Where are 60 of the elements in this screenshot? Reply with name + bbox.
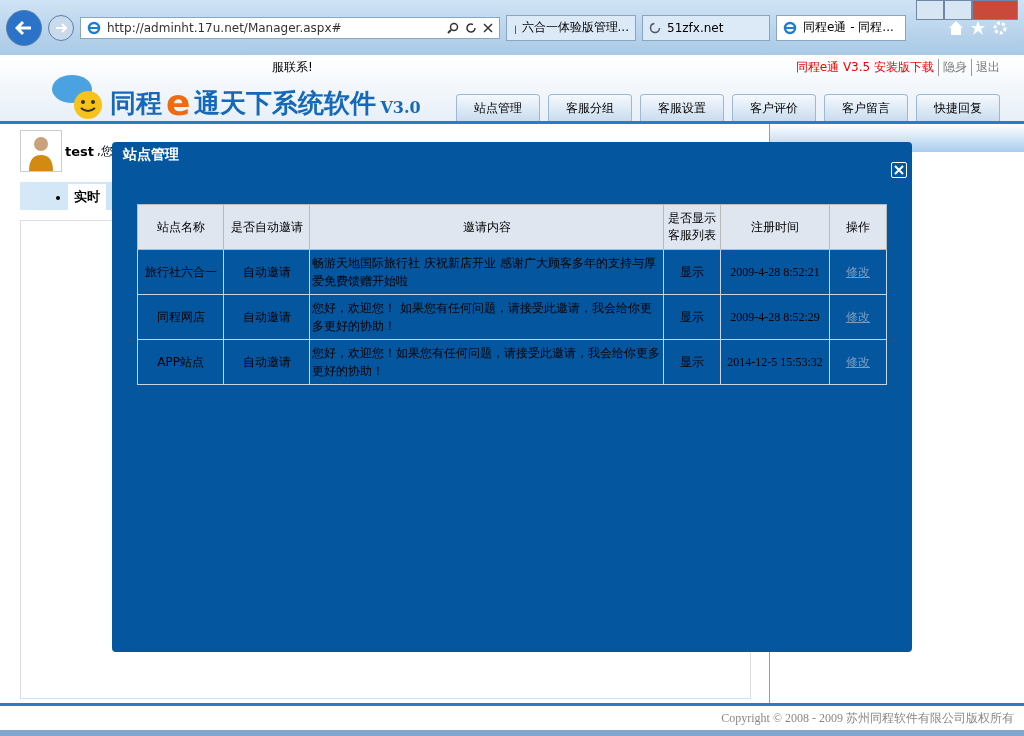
browser-tab[interactable]: 同程e通 - 同程... bbox=[776, 14, 906, 41]
column-header: 操作 bbox=[829, 204, 887, 250]
table-cell: 显示 bbox=[663, 339, 721, 385]
browser-tab[interactable]: 51zfx.net bbox=[642, 14, 770, 41]
nav-tab[interactable]: 客户留言 bbox=[824, 94, 908, 121]
table-cell: 您好，欢迎您！ 如果您有任何问题，请接受此邀请，我会给你更多更好的协助！ bbox=[309, 294, 664, 340]
header-link[interactable]: 退出 bbox=[971, 59, 1000, 76]
table-cell: 旅行社六合一 bbox=[137, 249, 224, 295]
home-icon[interactable] bbox=[948, 19, 964, 36]
logo-letter: e bbox=[166, 85, 191, 121]
table-cell: 显示 bbox=[663, 294, 721, 340]
nav-tab[interactable]: 快捷回复 bbox=[916, 94, 1000, 121]
table-cell: 您好，欢迎您！如果您有任何问题，请接受此邀请，我会给你更多更好的协助！ bbox=[309, 339, 664, 385]
forward-button[interactable] bbox=[48, 14, 74, 41]
logo-text: 同程 bbox=[110, 87, 162, 120]
modal-title: 站点管理 bbox=[123, 146, 180, 164]
search-icon[interactable] bbox=[447, 21, 459, 34]
download-link[interactable]: 同程e通 V3.5 安装版下载 bbox=[795, 59, 934, 76]
column-header: 是否显示客服列表 bbox=[663, 204, 721, 250]
maximize-button[interactable] bbox=[944, 0, 972, 20]
avatar bbox=[20, 130, 62, 172]
minimize-button[interactable] bbox=[916, 0, 944, 20]
star-icon[interactable] bbox=[970, 19, 986, 36]
address-bar[interactable]: http://adminht.17u.net/Manager.aspx# bbox=[80, 16, 500, 39]
browser-logo-icon bbox=[783, 20, 797, 35]
settings-icon[interactable] bbox=[992, 19, 1008, 36]
table-cell: 显示 bbox=[663, 249, 721, 295]
nav-tab[interactable]: 客服设置 bbox=[640, 94, 724, 121]
back-button[interactable] bbox=[6, 9, 42, 46]
table-cell: 2014-12-5 15:53:32 bbox=[720, 339, 830, 385]
header-link[interactable]: 隐身 bbox=[938, 59, 967, 76]
column-header: 站点名称 bbox=[137, 204, 224, 250]
nav-tab[interactable]: 客服分组 bbox=[548, 94, 632, 121]
table-cell: 自动邀请 bbox=[223, 249, 310, 295]
bullet-icon bbox=[56, 196, 60, 200]
nav-tab[interactable]: 客户评价 bbox=[732, 94, 816, 121]
column-header: 注册时间 bbox=[720, 204, 830, 250]
notice-text: 服联系! bbox=[272, 59, 313, 76]
browser-tab[interactable]: 六合一体验版管理... bbox=[506, 14, 636, 41]
back-arrow-icon bbox=[15, 19, 33, 36]
logo-text: 通天下系统软件 bbox=[194, 87, 377, 120]
table-cell: 同程网店 bbox=[137, 294, 224, 340]
table-cell: APP站点 bbox=[137, 339, 224, 385]
loading-icon bbox=[649, 21, 661, 34]
user-name: test bbox=[65, 143, 94, 159]
table-cell: 自动邀请 bbox=[223, 294, 310, 340]
table-cell: 畅游天地国际旅行社 庆祝新店开业 感谢广大顾客多年的支持与厚爱免费馈赠开始啦 bbox=[309, 249, 664, 295]
content-tab[interactable]: 实时 bbox=[68, 184, 106, 210]
forward-arrow-icon bbox=[55, 22, 67, 33]
table-cell: 自动邀请 bbox=[223, 339, 310, 385]
greeting-text: ,您 bbox=[97, 142, 113, 160]
version-text: V3.0 bbox=[380, 98, 421, 119]
table-cell: 2009-4-28 8:52:29 bbox=[720, 294, 830, 340]
nav-tab[interactable]: 站点管理 bbox=[456, 94, 540, 121]
column-header: 邀请内容 bbox=[309, 204, 664, 250]
refresh-icon[interactable] bbox=[465, 21, 477, 34]
table-cell: 2009-4-28 8:52:21 bbox=[720, 249, 830, 295]
close-icon[interactable] bbox=[483, 22, 493, 33]
column-header: 是否自动邀请 bbox=[223, 204, 310, 250]
browser-logo-icon bbox=[87, 20, 101, 35]
